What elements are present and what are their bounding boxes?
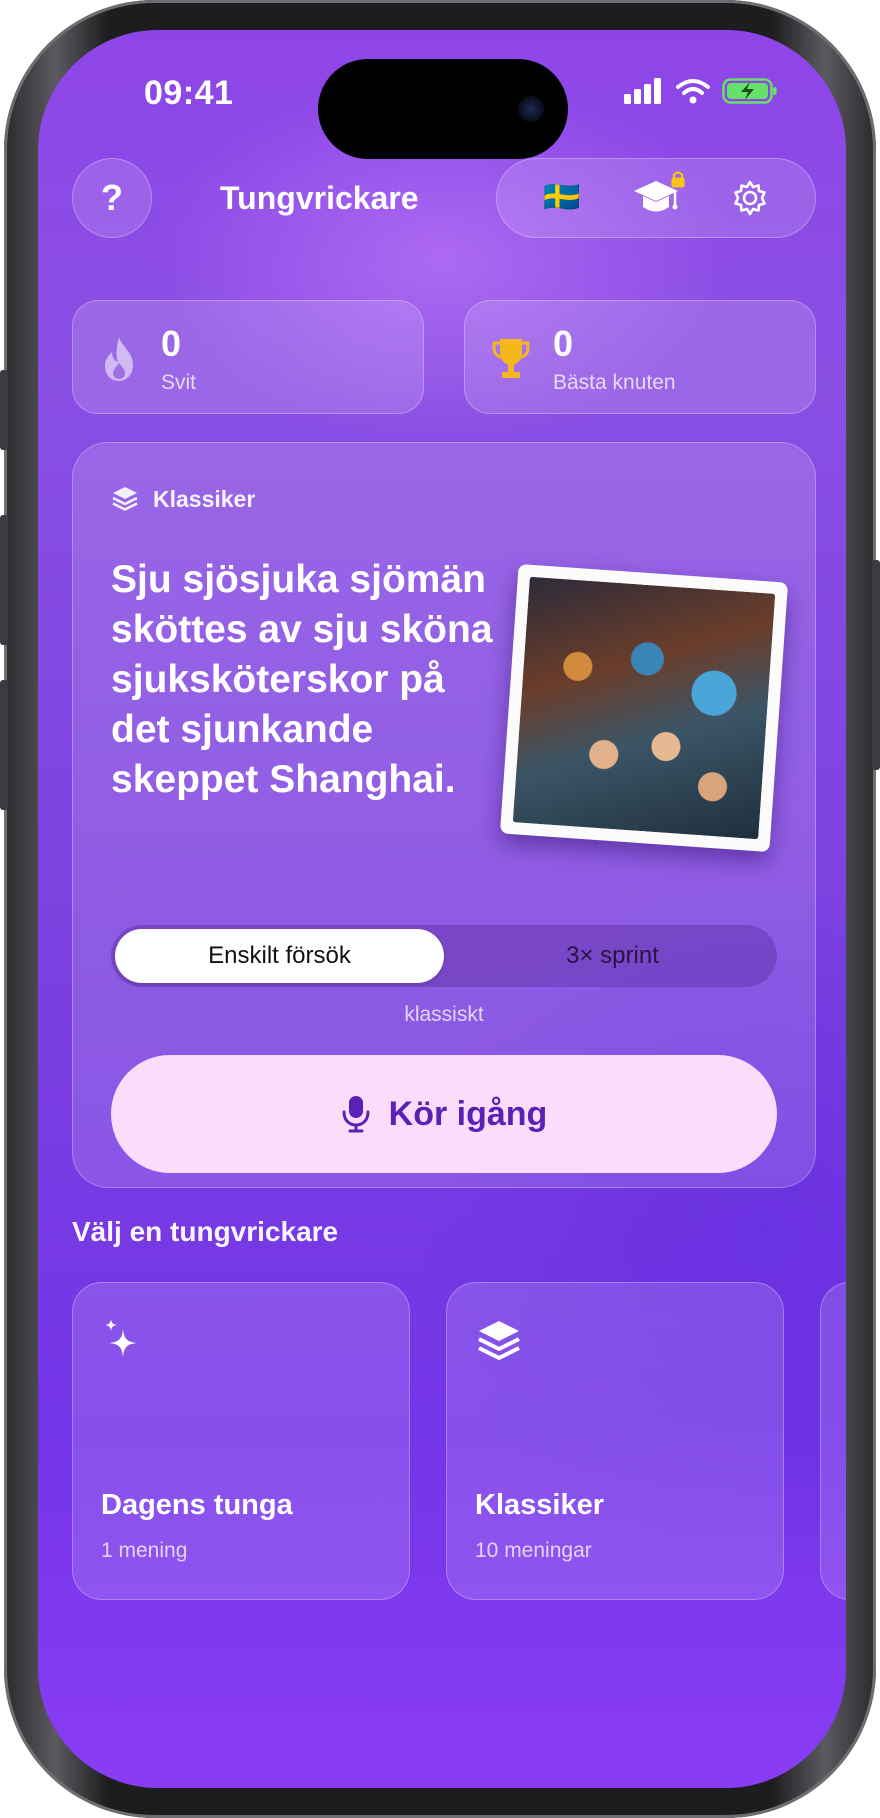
settings-button[interactable]: [722, 170, 778, 226]
trophy-icon: [492, 339, 530, 378]
swedish-flag-icon: 🇸🇪: [543, 181, 581, 214]
language-button[interactable]: 🇸🇪: [534, 170, 590, 226]
camera-icon: [518, 96, 544, 122]
tile-dagens-tunga[interactable]: Dagens tunga 1 mening: [72, 1282, 410, 1600]
volume-down-button: [0, 680, 8, 810]
education-button[interactable]: [628, 170, 685, 226]
mode-description: klassiskt: [404, 1003, 484, 1026]
battery-charging-icon: [722, 78, 777, 104]
app-screen: 09:41 ? Tungvrickare 🇸🇪 0 Svit 0 Bästa k…: [38, 30, 846, 1788]
best-score-card: 0 Bästa knuten: [464, 300, 816, 414]
mode-sprint[interactable]: 3× sprint: [448, 925, 777, 987]
phone-frame: 09:41 ? Tungvrickare 🇸🇪 0 Svit 0 Bästa k…: [0, 0, 880, 1818]
lock-icon: [671, 171, 685, 188]
help-button[interactable]: ?: [72, 158, 152, 238]
power-button: [872, 560, 880, 770]
microphone-icon: [342, 1096, 370, 1133]
start-button[interactable]: Kör igång: [111, 1055, 777, 1173]
section-title: Välj en tungvrickare: [72, 1216, 339, 1247]
wifi-icon: [676, 79, 710, 104]
tile-klassiker[interactable]: Klassiker 10 meningar: [446, 1282, 784, 1600]
app-title: Tungvrickare: [220, 180, 419, 216]
status-icons: [624, 78, 778, 104]
start-button-label: Kör igång: [388, 1094, 548, 1133]
tile-partial-next[interactable]: [820, 1282, 846, 1600]
tongue-twister-illustration: [499, 563, 789, 853]
best-score-value: 0: [553, 323, 574, 364]
help-label: ?: [101, 177, 123, 218]
volume-up-button: [0, 515, 8, 645]
tile-count: 1 mening: [101, 1539, 188, 1562]
tongue-twister-text: Sju sjösjuka sjömän sköttes av sju sköna…: [111, 558, 493, 801]
gear-icon: [734, 180, 766, 216]
status-time: 09:41: [144, 74, 234, 112]
cellular-signal-icon: [624, 78, 661, 104]
streak-value: 0: [161, 323, 182, 364]
action-button: [0, 370, 8, 450]
dynamic-island: [318, 59, 568, 159]
layers-icon: [112, 487, 138, 511]
tile-name: Klassiker: [475, 1489, 604, 1521]
best-score-label: Bästa knuten: [553, 371, 676, 394]
streak-card: 0 Svit: [72, 300, 424, 414]
featured-category-label: Klassiker: [153, 485, 256, 512]
sparkles-icon: [105, 1319, 137, 1357]
mode-selector: Enskilt försök 3× sprint: [111, 925, 777, 987]
flame-icon: [105, 337, 133, 381]
featured-category: Klassiker: [111, 485, 255, 513]
toolbar-pill: 🇸🇪: [496, 158, 816, 238]
ship-sailors-image: [512, 576, 776, 840]
streak-label: Svit: [161, 371, 197, 394]
tile-count: 10 meningar: [475, 1539, 592, 1562]
tile-name: Dagens tunga: [101, 1489, 293, 1521]
mode-single-attempt[interactable]: Enskilt försök: [115, 929, 444, 983]
featured-card: Klassiker Sju sjösjuka sjömän sköttes av…: [72, 442, 816, 1188]
layers-icon: [478, 1321, 520, 1360]
